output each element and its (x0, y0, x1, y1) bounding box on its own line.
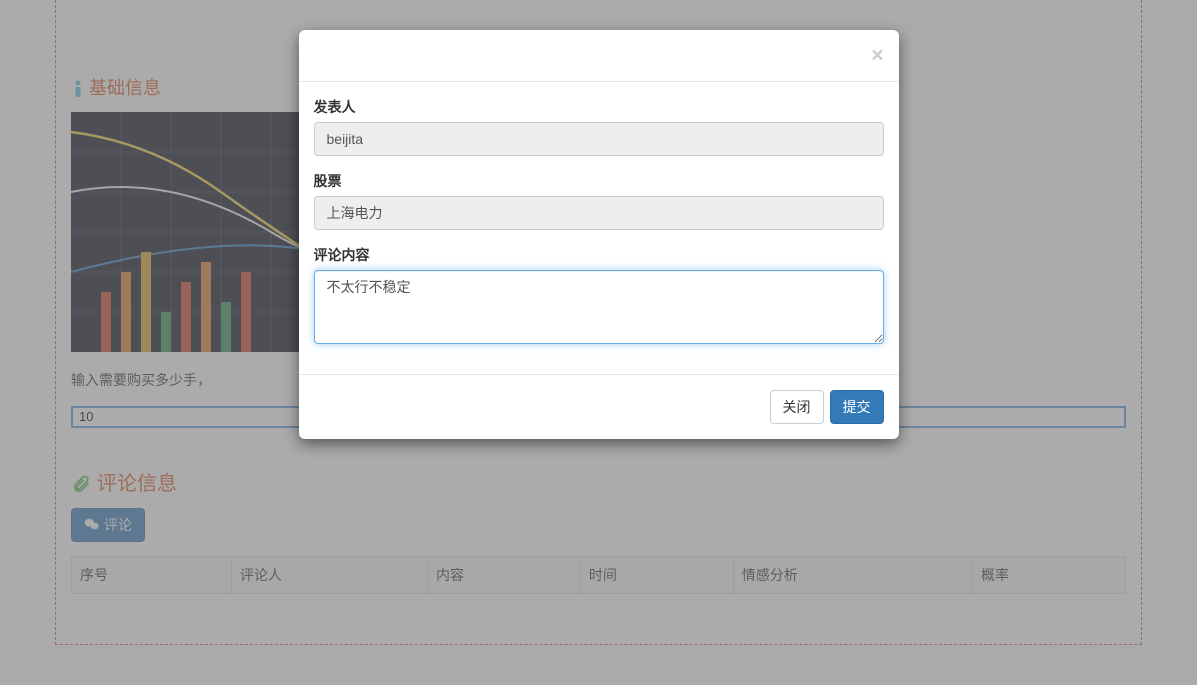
comment-modal: × 发表人 股票 评论内容 关闭 提交 (299, 30, 899, 439)
modal-footer: 关闭 提交 (299, 374, 899, 439)
stock-input (314, 196, 884, 230)
close-icon: × (871, 44, 883, 67)
modal-close-btn[interactable]: 关闭 (770, 390, 824, 424)
stock-label: 股票 (314, 171, 884, 191)
modal-submit-btn[interactable]: 提交 (830, 390, 884, 424)
modal-header: × (299, 30, 899, 82)
publisher-input (314, 122, 884, 156)
content-label: 评论内容 (314, 245, 884, 265)
modal-body: 发表人 股票 评论内容 (299, 82, 899, 374)
modal-close-button[interactable]: × (871, 45, 883, 66)
comment-content-textarea[interactable] (314, 270, 884, 344)
publisher-label: 发表人 (314, 97, 884, 117)
